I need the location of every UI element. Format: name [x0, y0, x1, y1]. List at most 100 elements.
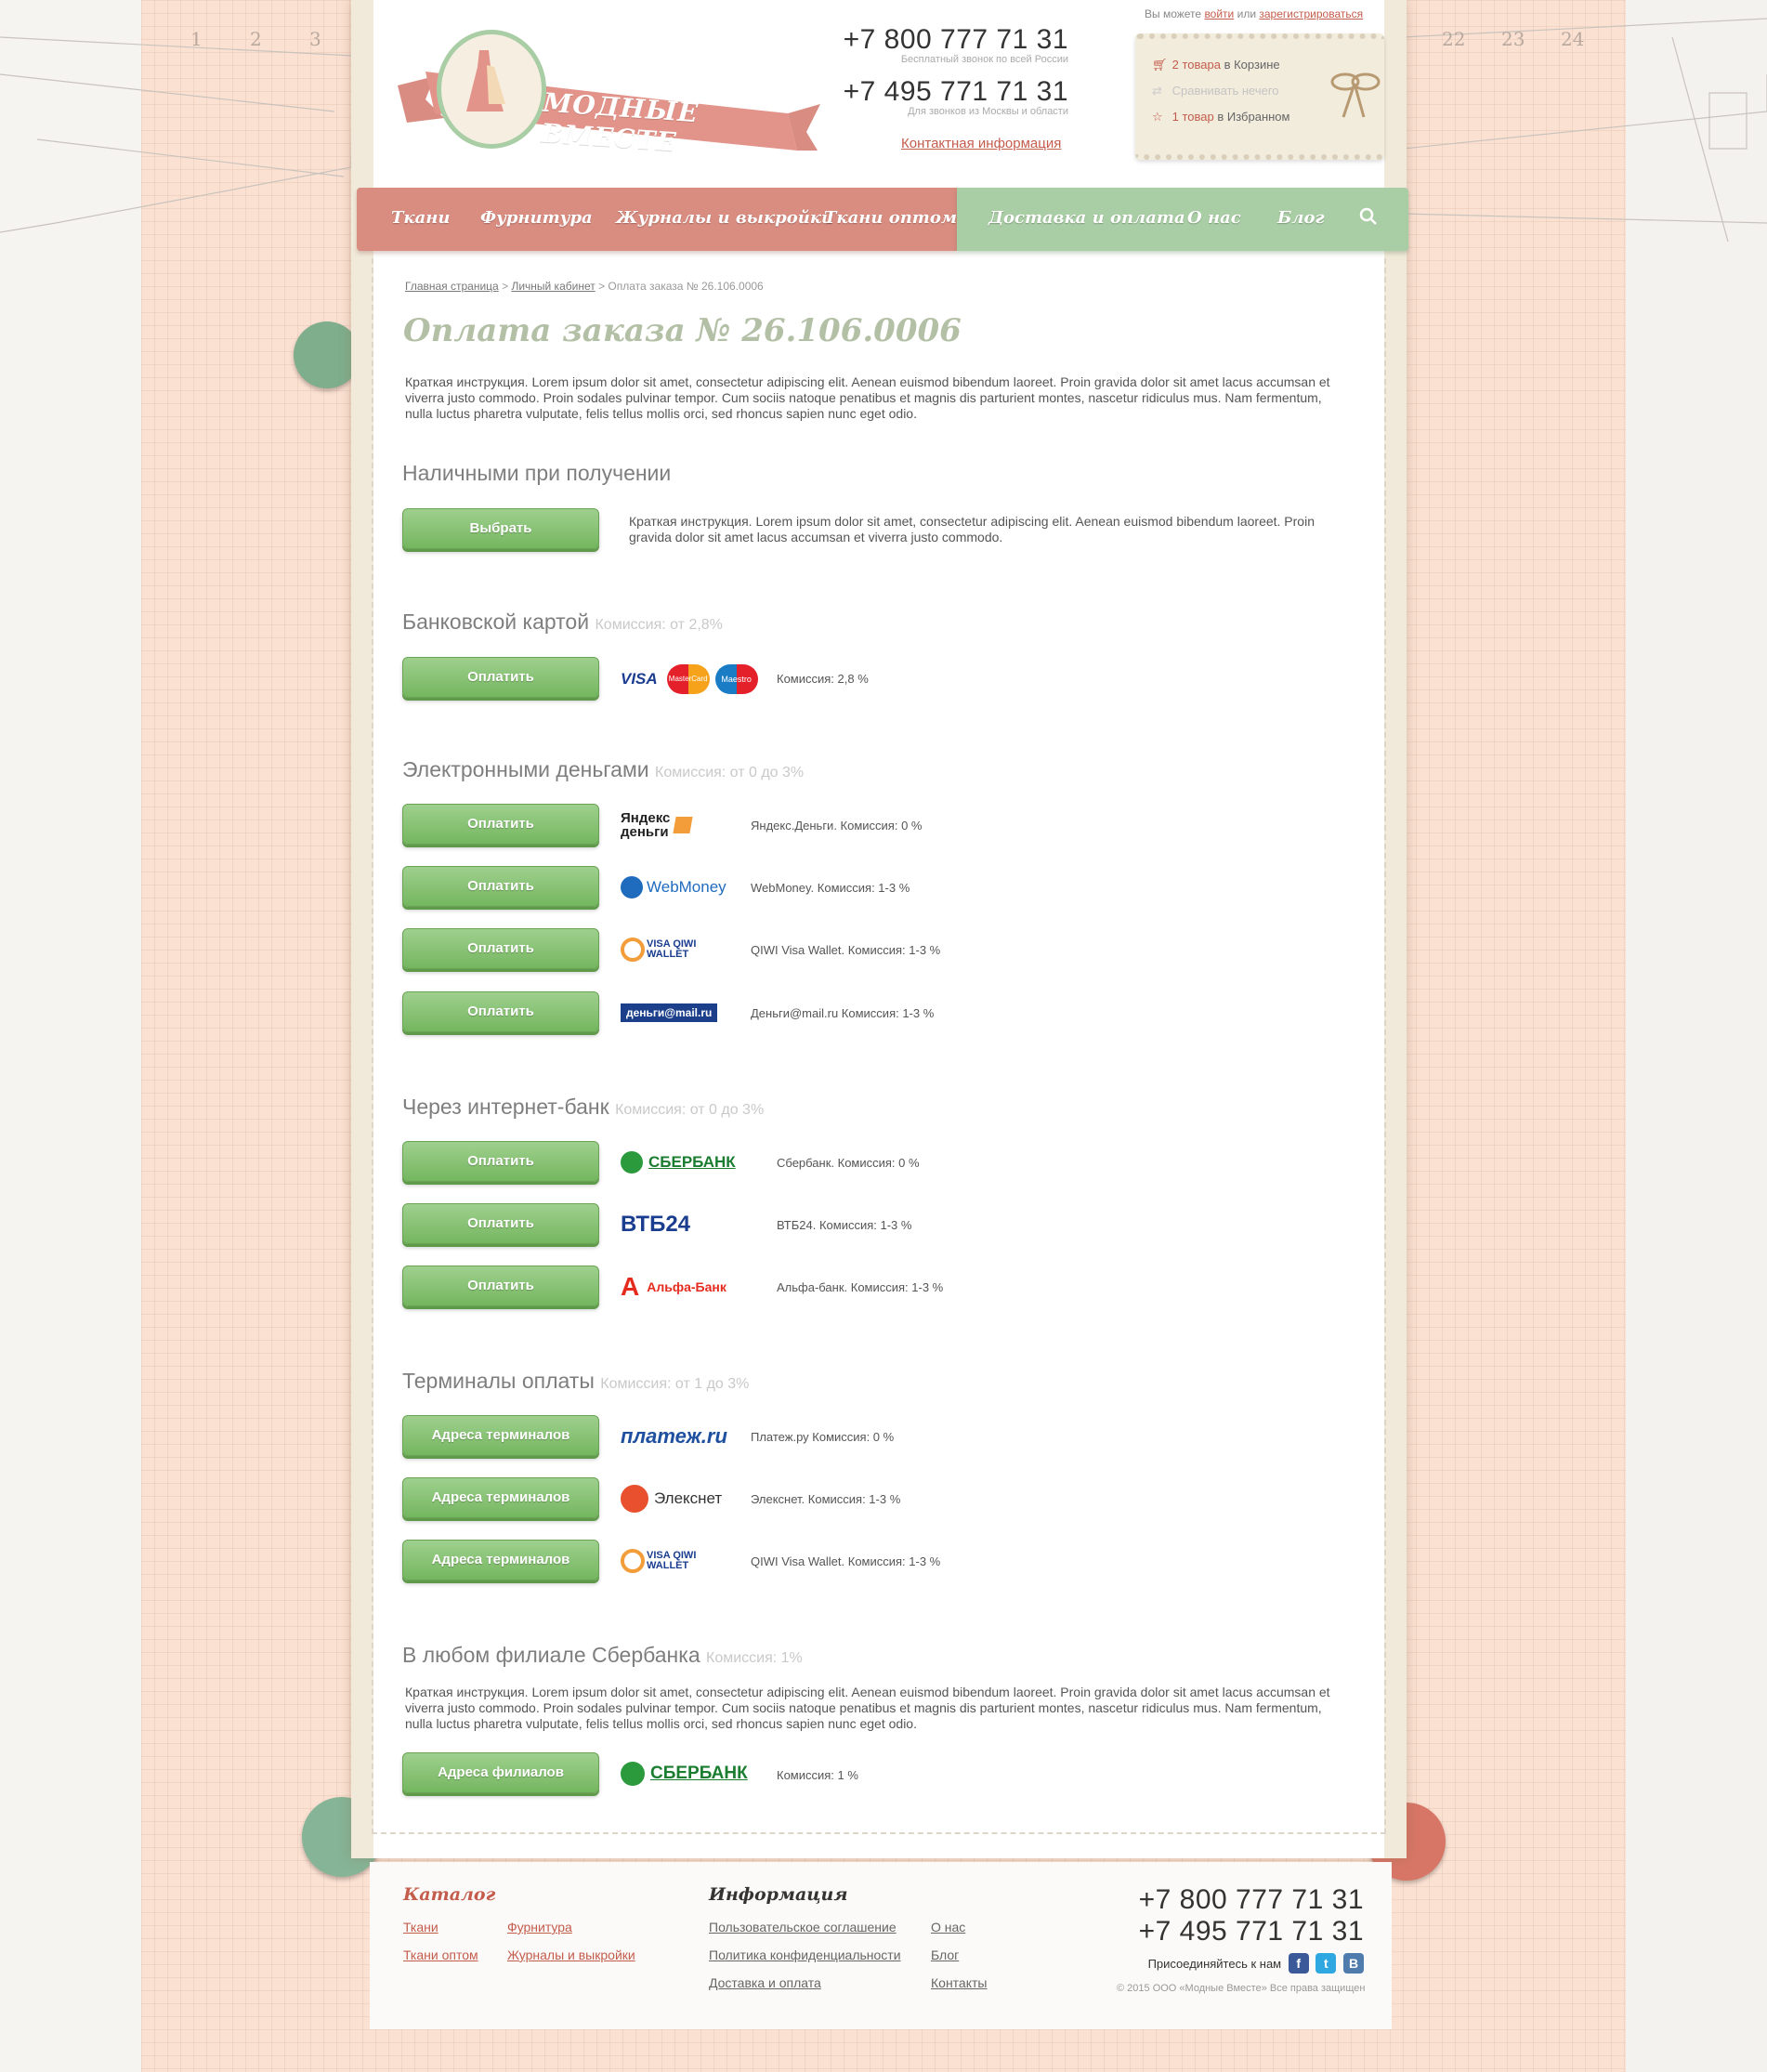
ruler-number: 22 [1442, 28, 1466, 50]
branch-addresses-button[interactable]: Адреса филиалов [402, 1752, 599, 1793]
section-commission: Комиссия: от 0 до 3% [655, 765, 805, 780]
terminal-addresses-button-platezh[interactable]: Адреса терминалов [402, 1415, 599, 1456]
footer-social: Присоединяйтесь к нам f t В [1148, 1953, 1364, 1974]
footer-link-wholesale[interactable]: Ткани оптом [403, 1947, 478, 1962]
qiwi-logo-text: VISA QIWI WALLET [647, 1550, 697, 1571]
auth-prefix: Вы можете [1145, 7, 1202, 20]
mastercard-logo: MasterCard [666, 664, 710, 694]
footer-info-title: Информация [709, 1884, 848, 1905]
footer-link-magazines[interactable]: Журналы и выкройки [507, 1947, 635, 1962]
qiwi-terminal-logo: VISA QIWI WALLET [621, 1541, 712, 1581]
footer-phone-2[interactable]: +7 495 771 71 31 [1139, 1916, 1364, 1947]
vtb-description: ВТБ24. Комиссия: 1-3 % [777, 1218, 912, 1232]
pay-sberbank-button[interactable]: Оплатить [402, 1141, 599, 1182]
cash-description: Краткая инструкция. Lorem ipsum dolor si… [629, 514, 1315, 544]
contact-info-link[interactable]: Контактная информация [901, 136, 1061, 151]
vtb24-logo-text: ВТБ24 [621, 1212, 691, 1237]
pay-vtb-button[interactable]: Оплатить [402, 1203, 599, 1244]
footer-catalog-title: Каталог [403, 1884, 496, 1905]
nav-about[interactable]: О нас [1187, 208, 1241, 228]
mailru-description: Деньги@mail.ru Комиссия: 1-3 % [751, 1006, 935, 1020]
ruler-number: 23 [1501, 28, 1525, 50]
background-left [0, 0, 141, 2072]
phone-number-free[interactable]: +7 800 777 71 31 [836, 24, 1068, 56]
site-logo[interactable]: МОДНЫЕ ВМЕСТЕ [398, 30, 820, 167]
eleksnet-description: Элекснет. Комиссия: 1-3 % [751, 1492, 901, 1506]
breadcrumb-home[interactable]: Главная страница [405, 280, 499, 293]
webmoney-logo: WebMoney [621, 867, 726, 908]
footer-link-blog[interactable]: Блог [931, 1947, 959, 1962]
breadcrumb-sep: > [502, 280, 509, 293]
platezh-logo: платеж.ru [621, 1416, 727, 1457]
footer-link-accessories[interactable]: Фурнитура [507, 1920, 572, 1934]
section-name: Терминалы оплаты [402, 1369, 595, 1393]
compare-icon: ⇄ [1152, 84, 1162, 98]
nav-magazines[interactable]: Журналы и выкройки [616, 208, 833, 228]
alfa-a-icon: А [621, 1272, 640, 1301]
favorites-suffix: в Избранном [1217, 110, 1290, 124]
webmoney-logo-text: WebMoney [647, 878, 726, 896]
section-title-terminals: Терминалы оплаты Комиссия: от 1 до 3% [402, 1369, 749, 1394]
favorites-count[interactable]: 1 товар [1172, 110, 1214, 124]
qiwi-circle-icon [621, 1549, 645, 1573]
visa-logo: VISA [621, 670, 658, 688]
section-name: В любом филиале Сбербанка [402, 1643, 700, 1667]
terminal-addresses-button-eleksnet[interactable]: Адреса терминалов [402, 1477, 599, 1518]
sberbank-logo-text: СБЕРБАНК [648, 1153, 736, 1171]
favorites-row[interactable]: ☆ 1 товар в Избранном [1152, 110, 1289, 125]
section-commission: Комиссия: от 1 до 3% [600, 1376, 750, 1392]
pay-alfa-button[interactable]: Оплатить [402, 1265, 599, 1306]
footer-link-privacy[interactable]: Политика конфиденциальности [709, 1947, 901, 1962]
footer-link-agreement[interactable]: Пользовательское соглашение [709, 1920, 897, 1934]
pay-mailru-button[interactable]: Оплатить [402, 991, 599, 1032]
intro-text: Краткая инструкция. Lorem ipsum dolor si… [405, 374, 1330, 421]
footer-phone-1[interactable]: +7 800 777 71 31 [1139, 1884, 1364, 1916]
yandex-money-logo: Яндекс деньги [621, 805, 693, 846]
eleksnet-logo: Элекснет [621, 1478, 722, 1519]
breadcrumb-cabinet[interactable]: Личный кабинет [511, 280, 595, 293]
login-link[interactable]: войти [1204, 7, 1234, 20]
nav-fabrics[interactable]: Ткани [391, 208, 450, 228]
terminal-addresses-button-qiwi[interactable]: Адреса терминалов [402, 1540, 599, 1580]
pay-qiwi-button[interactable]: Оплатить [402, 928, 599, 969]
page-title: Оплата заказа № 26.106.0006 [403, 312, 962, 349]
sberbank-leaf-icon [621, 1151, 643, 1174]
footer-link-about[interactable]: О нас [931, 1920, 965, 1934]
pay-webmoney-button[interactable]: Оплатить [402, 866, 599, 907]
twitter-icon[interactable]: t [1315, 1953, 1337, 1974]
footer-link-delivery[interactable]: Доставка и оплата [709, 1975, 821, 1990]
phone-number-moscow[interactable]: +7 495 771 71 31 [836, 76, 1068, 108]
cart-count[interactable]: 2 товара [1172, 58, 1221, 72]
pay-card-button[interactable]: Оплатить [402, 657, 599, 698]
sberbank-branch-logo: СБЕРБАНК [621, 1753, 748, 1794]
nav-delivery[interactable]: Доставка и оплата [988, 208, 1185, 228]
cart-row[interactable]: 🛒︎ 2 товара в Корзине [1152, 58, 1280, 72]
compare-row: ⇄ Сравнивать нечего [1152, 84, 1279, 98]
qiwi-description: QIWI Visa Wallet. Комиссия: 1-3 % [751, 943, 941, 957]
facebook-icon[interactable]: f [1288, 1953, 1309, 1974]
register-link[interactable]: зарегистрироваться [1259, 7, 1363, 20]
nav-accessories[interactable]: Фурнитура [480, 208, 593, 228]
card-description: Комиссия: 2,8 % [777, 672, 869, 686]
search-icon[interactable] [1358, 206, 1379, 227]
pay-yandex-button[interactable]: Оплатить [402, 804, 599, 845]
choose-cash-button[interactable]: Выбрать [402, 508, 599, 549]
footer-link-fabrics[interactable]: Ткани [403, 1920, 438, 1934]
nav-wholesale[interactable]: Ткани оптом [824, 208, 957, 228]
ruler-number: 2 [250, 28, 262, 50]
breadcrumb: Главная страница > Личный кабинет > Опла… [405, 280, 764, 293]
phone-block-1: +7 800 777 71 31 Бесплатный звонок по вс… [836, 24, 1068, 65]
sberbank-description: Сбербанк. Комиссия: 0 % [777, 1156, 920, 1170]
star-icon: ☆ [1152, 110, 1163, 124]
mailru-logo: деньги@mail.ru [621, 992, 718, 1033]
section-title-cash: Наличными при получении [402, 461, 671, 486]
auth-or: или [1237, 7, 1257, 20]
vk-icon[interactable]: В [1343, 1953, 1364, 1974]
webmoney-description: WebMoney. Комиссия: 1-3 % [751, 881, 910, 895]
nav-blog[interactable]: Блог [1277, 208, 1325, 228]
platezh-logo-text: платеж.ru [621, 1424, 727, 1448]
qiwi-logo-text: VISA QIWI WALLET [647, 938, 697, 960]
section-name: Наличными при получении [402, 461, 672, 485]
section-commission: Комиссия: от 2,8% [595, 617, 723, 633]
footer-link-contacts[interactable]: Контакты [931, 1975, 987, 1990]
